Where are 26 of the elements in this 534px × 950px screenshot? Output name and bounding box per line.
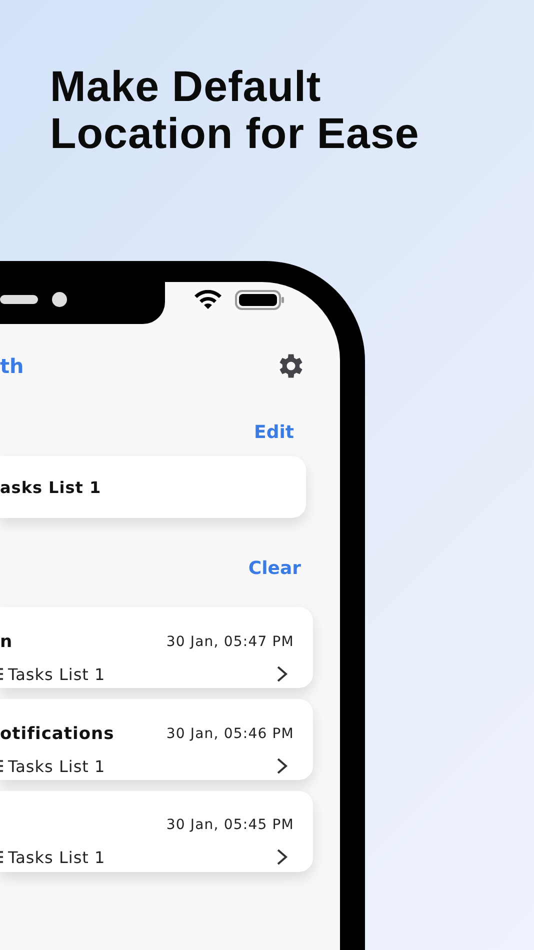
list-icon (0, 667, 3, 681)
item-title: otifications (0, 724, 116, 744)
recent-item-card[interactable]: n 30 Jan, 05:47 PM Tasks List 1 (0, 607, 313, 688)
chevron-icon (276, 757, 288, 775)
camera-icon (52, 292, 67, 306)
list-icon (0, 850, 3, 864)
chevron-icon (276, 665, 288, 683)
recent-item-card[interactable]: otifications 30 Jan, 05:46 PM Tasks List 1 (0, 699, 313, 780)
speaker-icon (0, 294, 38, 304)
list-name: Tasks List 1 (8, 664, 106, 684)
edit-link[interactable]: Edit (254, 422, 294, 443)
default-location-card[interactable]: asks List 1 (0, 456, 306, 518)
list-name: Tasks List 1 (8, 756, 106, 776)
chevron-icon (276, 848, 288, 866)
wifi-icon (193, 290, 223, 310)
list-name: Tasks List 1 (8, 848, 106, 866)
item-time: 30 Jan, 05:46 PM (166, 726, 294, 742)
headline: Make Default Location for Ease (50, 64, 420, 158)
battery-icon (235, 290, 285, 310)
item-time: 30 Jan, 05:47 PM (166, 634, 294, 650)
item-time: 30 Jan, 05:45 PM (166, 816, 294, 832)
clear-link[interactable]: Clear (248, 558, 301, 579)
list-icon (0, 759, 3, 773)
screen-title: th (0, 354, 24, 378)
recent-item-card[interactable]: 30 Jan, 05:45 PM Tasks List 1 (0, 791, 313, 872)
item-title: n (0, 632, 14, 652)
